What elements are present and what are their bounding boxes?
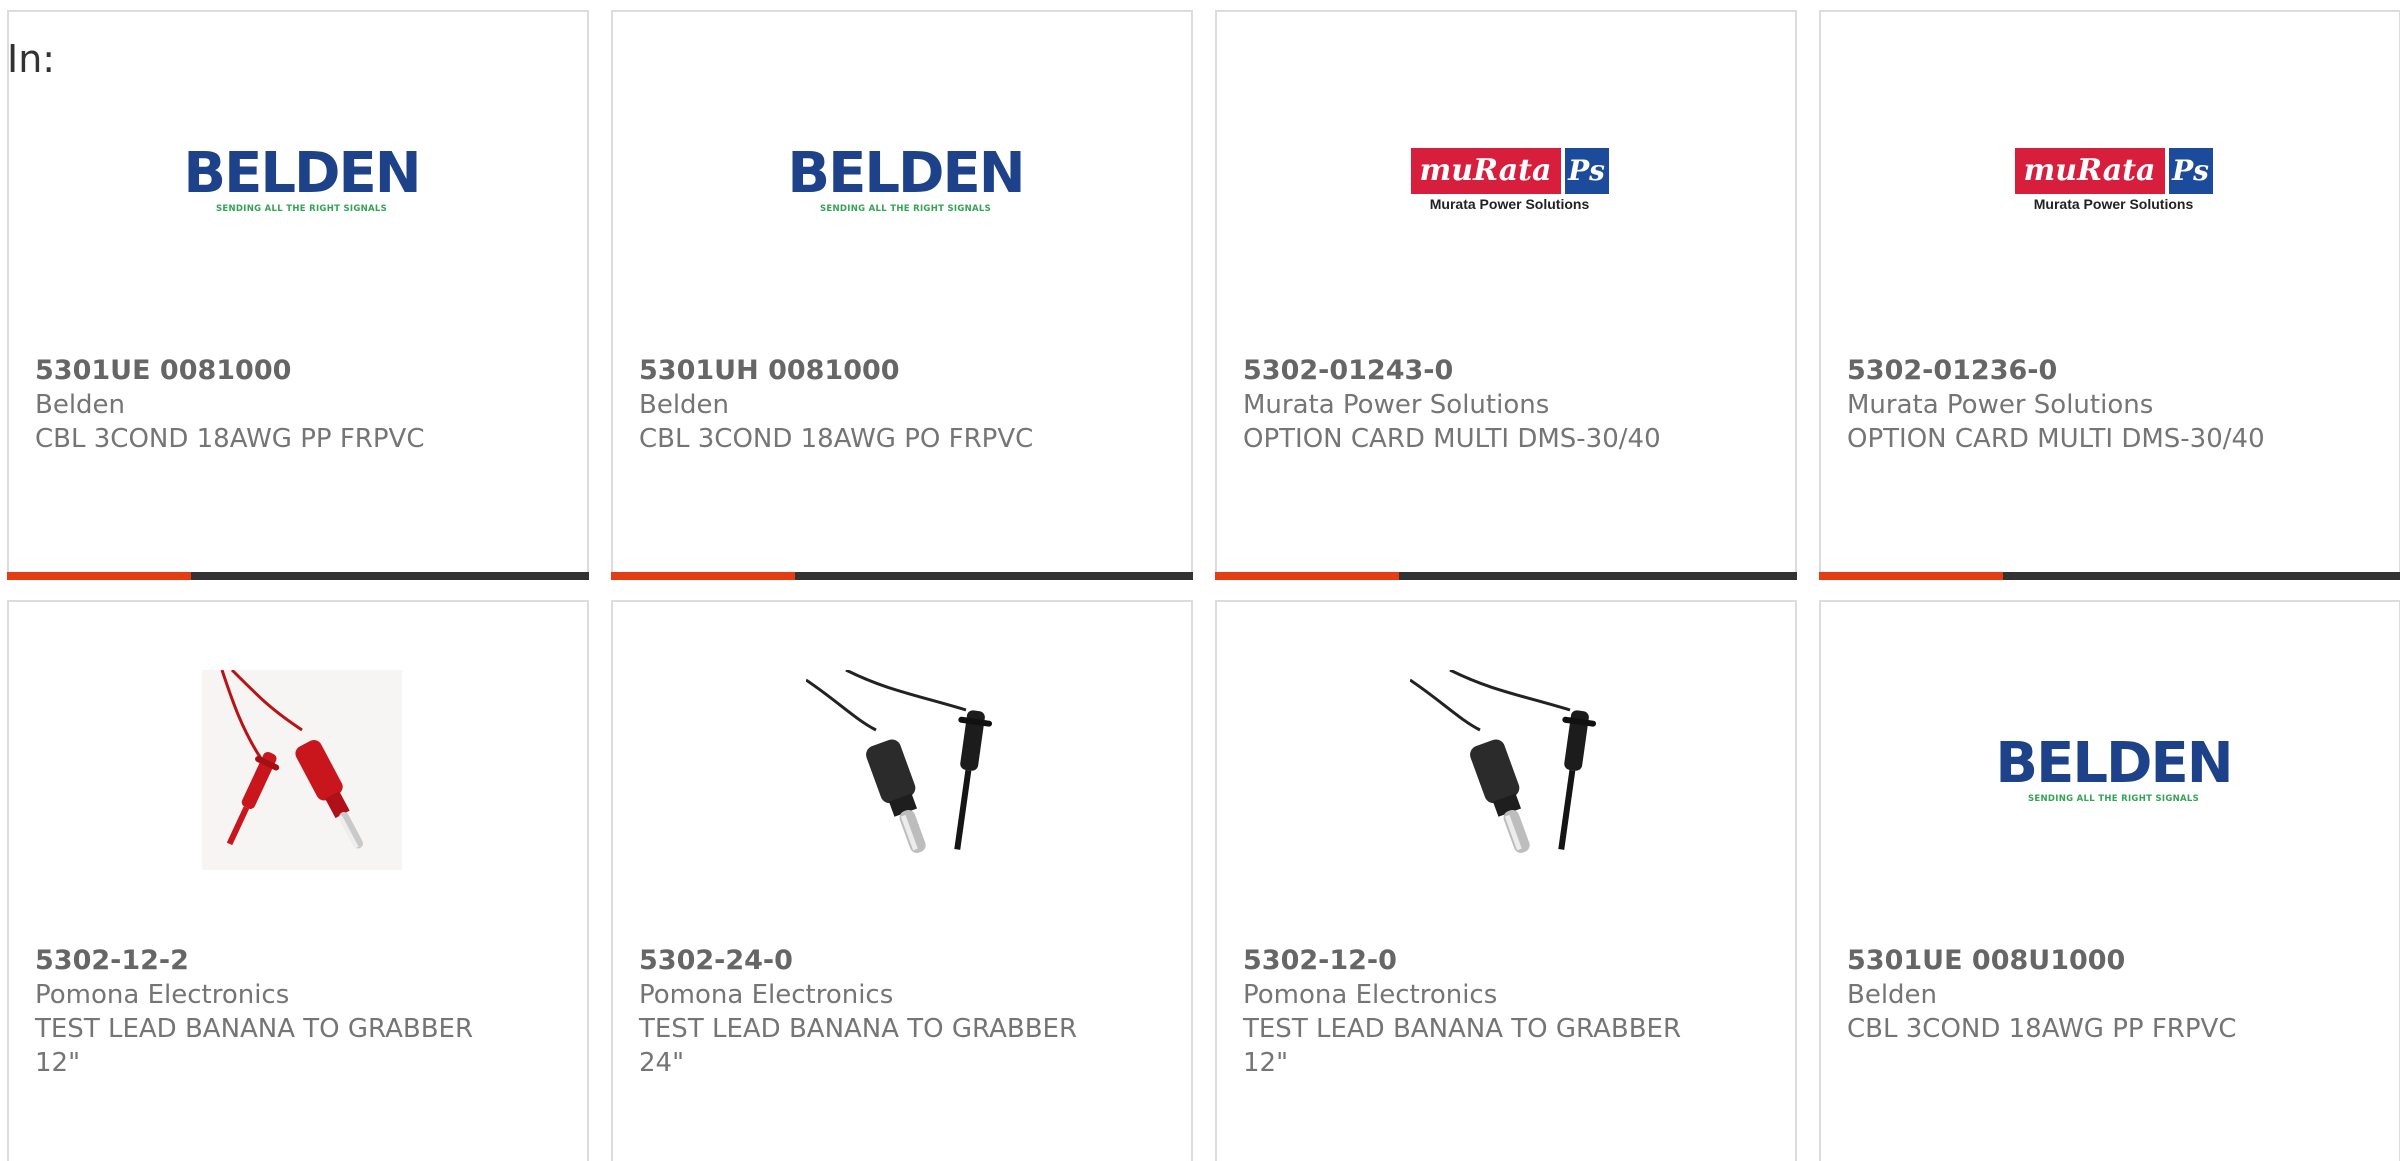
part-number-link[interactable]: 5302-01236-0: [1847, 354, 2379, 388]
description: CBL 3COND 18AWG PP FRPVC: [35, 424, 425, 454]
part-number-link[interactable]: 5302-24-0: [639, 944, 1171, 978]
card-bar-accent: [1215, 572, 1399, 580]
belden-logo: BELDEN SENDING ALL THE RIGHT SIGNALS: [1995, 662, 2233, 877]
card-bar-accent: [611, 572, 795, 580]
product-card[interactable]: BELDEN SENDING ALL THE RIGHT SIGNALS 530…: [611, 10, 1193, 580]
murata-logo-sub: Murata Power Solutions: [2033, 195, 2194, 212]
card-bar: [611, 572, 1193, 580]
belden-logo: BELDEN SENDING ALL THE RIGHT SIGNALS: [787, 72, 1025, 287]
red-test-lead-image: [201, 669, 402, 870]
murata-logo-mark: Ps: [2168, 147, 2213, 194]
product-card[interactable]: BELDEN SENDING ALL THE RIGHT SIGNALS 530…: [7, 10, 589, 580]
description: CBL 3COND 18AWG PO FRPVC: [639, 424, 1034, 454]
black-test-lead-image: [1409, 669, 1596, 853]
black-test-lead-photo: [1402, 662, 1617, 877]
manufacturer: Belden: [639, 390, 730, 420]
manufacturer: Murata Power Solutions: [1243, 390, 1550, 420]
belden-logo-word: BELDEN: [183, 140, 421, 206]
manufacturer: Pomona Electronics: [639, 980, 894, 1010]
description: TEST LEAD BANANA TO GRABBER 24": [639, 1014, 1078, 1078]
product-card[interactable]: muRata Ps Murata Power Solutions 5302-01…: [1819, 10, 2400, 580]
black-test-lead-photo: [798, 662, 1013, 877]
belden-logo-tagline: SENDING ALL THE RIGHT SIGNALS: [819, 203, 992, 214]
product-card[interactable]: BELDEN SENDING ALL THE RIGHT SIGNALS 530…: [1819, 600, 2400, 1161]
belden-logo-tagline: SENDING ALL THE RIGHT SIGNALS: [2027, 793, 2200, 804]
part-number-link[interactable]: 5301UH 0081000: [639, 354, 1171, 388]
description: TEST LEAD BANANA TO GRABBER 12": [1243, 1014, 1682, 1078]
product-card[interactable]: muRata Ps Murata Power Solutions 5302-01…: [1215, 10, 1797, 580]
card-bar-accent: [1819, 572, 2003, 580]
part-number-link[interactable]: 5302-12-2: [35, 944, 567, 978]
product-card[interactable]: 5302-12-0 Pomona Electronics TEST LEAD B…: [1215, 600, 1797, 1161]
product-grid-page: In: BELDEN SENDING ALL THE RIGHT SIGNALS…: [0, 0, 2400, 1161]
card-bar: [1215, 572, 1797, 580]
belden-logo-word: BELDEN: [787, 140, 1025, 206]
manufacturer: Pomona Electronics: [35, 980, 290, 1010]
description: OPTION CARD MULTI DMS-30/40: [1847, 424, 2265, 454]
card-bar: [1819, 572, 2400, 580]
product-card[interactable]: 5302-24-0 Pomona Electronics TEST LEAD B…: [611, 600, 1193, 1161]
murata-logo-word: muRata: [1410, 147, 1561, 194]
description: CBL 3COND 18AWG PP FRPVC: [1847, 1014, 2237, 1044]
manufacturer: Belden: [1847, 980, 1938, 1010]
part-number-link[interactable]: 5301UE 008U1000: [1847, 944, 2379, 978]
belden-logo: BELDEN SENDING ALL THE RIGHT SIGNALS: [183, 72, 421, 287]
part-number-link[interactable]: 5302-12-0: [1243, 944, 1775, 978]
description: OPTION CARD MULTI DMS-30/40: [1243, 424, 1661, 454]
black-test-lead-image: [805, 669, 992, 853]
card-bar-accent: [7, 572, 191, 580]
murata-logo-word: muRata: [2014, 147, 2165, 194]
description: TEST LEAD BANANA TO GRABBER 12": [35, 1014, 474, 1078]
murata-logo-sub: Murata Power Solutions: [1429, 195, 1590, 212]
red-test-lead-photo: [194, 662, 409, 877]
murata-logo: muRata Ps Murata Power Solutions: [1402, 72, 1617, 287]
in-label: In:: [7, 37, 56, 81]
manufacturer: Belden: [35, 390, 126, 420]
card-bar: [7, 572, 589, 580]
product-card[interactable]: 5302-12-2 Pomona Electronics TEST LEAD B…: [7, 600, 589, 1161]
manufacturer: Pomona Electronics: [1243, 980, 1498, 1010]
murata-logo-mark: Ps: [1564, 147, 1609, 194]
belden-logo-tagline: SENDING ALL THE RIGHT SIGNALS: [215, 203, 388, 214]
murata-logo: muRata Ps Murata Power Solutions: [2006, 72, 2221, 287]
part-number-link[interactable]: 5302-01243-0: [1243, 354, 1775, 388]
belden-logo-word: BELDEN: [1995, 730, 2233, 796]
manufacturer: Murata Power Solutions: [1847, 390, 2154, 420]
part-number-link[interactable]: 5301UE 0081000: [35, 354, 567, 388]
